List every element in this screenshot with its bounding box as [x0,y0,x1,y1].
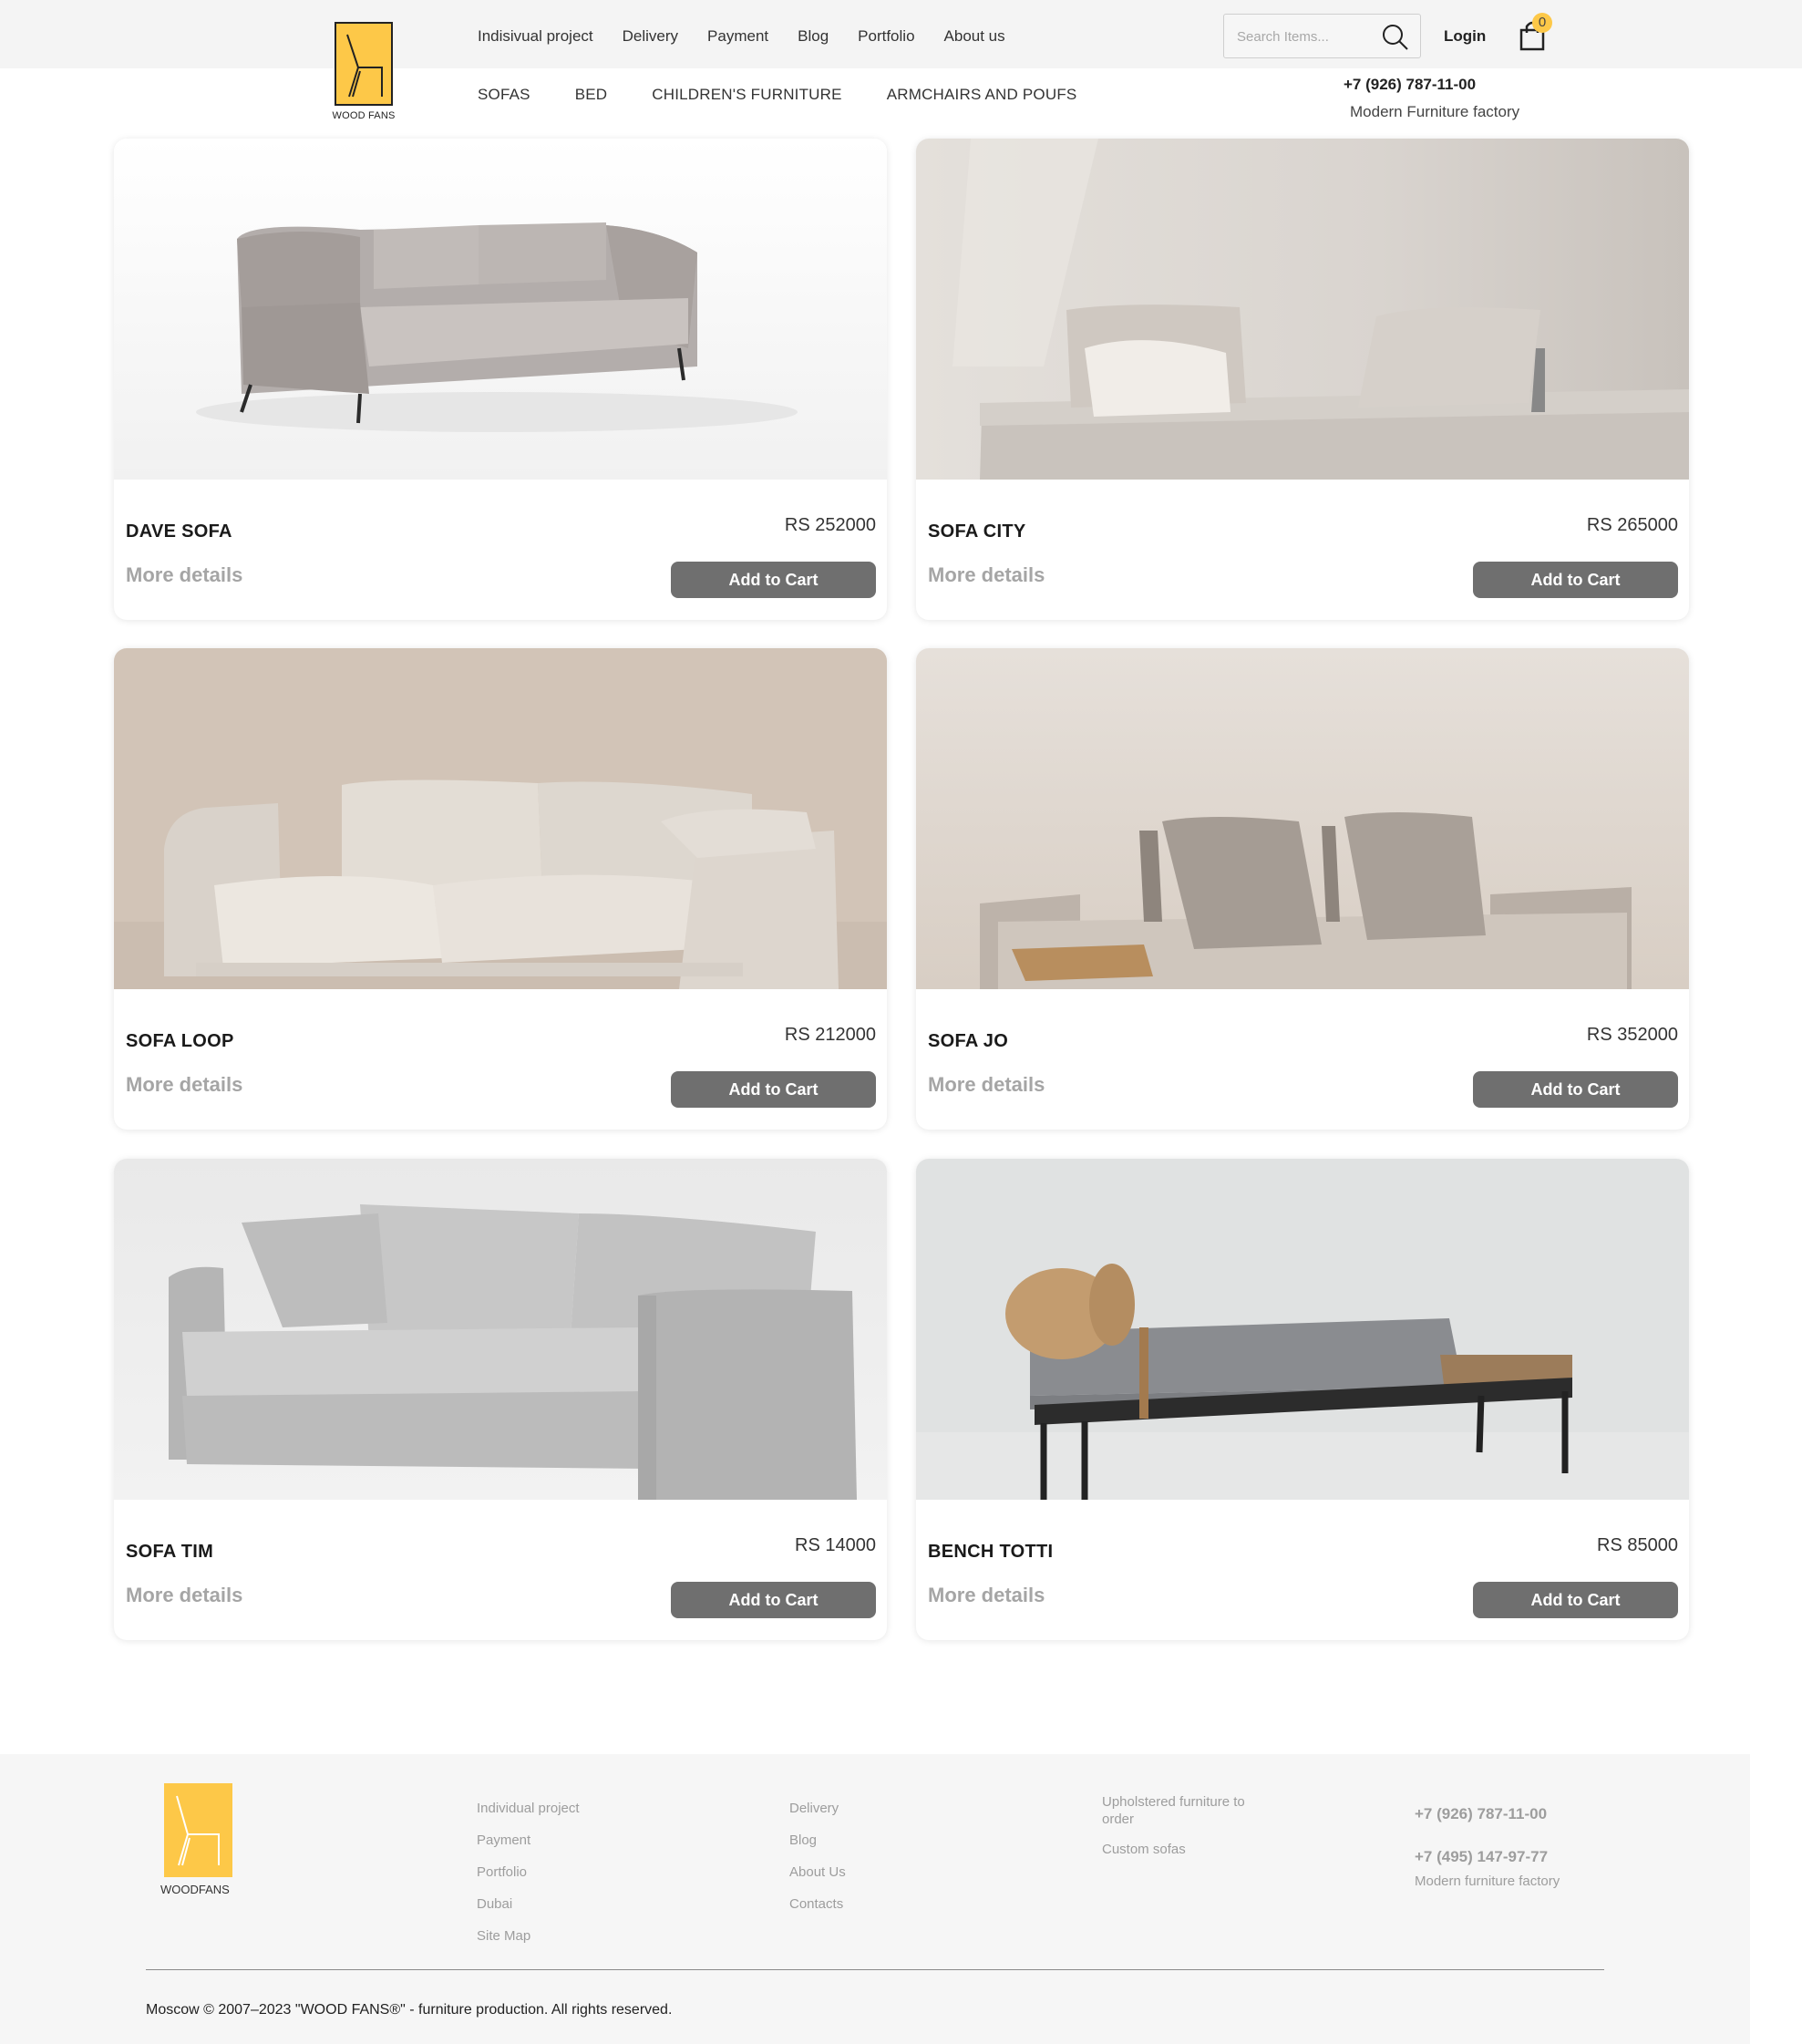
nav-blog[interactable]: Blog [798,27,829,46]
add-to-cart-button[interactable]: Add to Cart [1473,562,1678,598]
product-card: SOFA JO RS 352000 More details Add to Ca… [916,648,1689,1130]
category-nav: SOFAS BED CHILDREN'S FURNITURE ARMCHAIRS… [478,86,1076,104]
footer-link[interactable]: Individual project [477,1792,580,1824]
footer-link[interactable]: Contacts [789,1888,846,1920]
nav-individual-project[interactable]: Indisivual project [478,27,593,46]
product-image-sofa-loop[interactable] [114,648,887,989]
product-image-sofa-jo[interactable] [916,648,1689,989]
product-name[interactable]: SOFA JO [928,1031,1008,1052]
add-to-cart-button[interactable]: Add to Cart [1473,1071,1678,1108]
footer-link[interactable]: About Us [789,1856,846,1888]
footer-link[interactable]: Upholstered furniture to order [1102,1793,1266,1828]
product-price: RS 14000 [795,1535,876,1555]
product-card: SOFA TIM RS 14000 More details Add to Ca… [114,1159,887,1640]
product-name[interactable]: SOFA CITY [928,521,1026,542]
footer-phone-1[interactable]: +7 (926) 787-11-00 [1415,1805,1547,1823]
product-image-sofa-city[interactable] [916,139,1689,480]
more-details-link[interactable]: More details [928,1073,1045,1097]
header-tagline: Modern Furniture factory [1350,103,1520,120]
category-sofas[interactable]: SOFAS [478,86,530,104]
product-image-sofa-tim[interactable] [114,1159,887,1500]
product-name[interactable]: DAVE SOFA [126,521,232,542]
product-price: RS 252000 [784,515,876,535]
search-input[interactable]: Search Items... [1237,29,1329,45]
add-to-cart-button[interactable]: Add to Cart [1473,1582,1678,1618]
chair-logo-icon [346,34,383,98]
category-armchairs-poufs[interactable]: ARMCHAIRS AND POUFS [887,86,1077,104]
product-price: RS 352000 [1586,1025,1678,1045]
product-price: RS 265000 [1586,515,1678,535]
footer-link[interactable]: Custom sofas [1102,1841,1266,1858]
product-card: SOFA LOOP RS 212000 More details Add to … [114,648,887,1130]
footer-divider [146,1969,1604,1970]
footer-logo[interactable] [164,1783,232,1877]
footer-link[interactable]: Site Map [477,1920,580,1952]
logo[interactable] [335,22,393,106]
product-image-dave-sofa[interactable] [114,139,887,480]
product-card: SOFA CITY RS 265000 More details Add to … [916,139,1689,620]
product-image-bench-totti[interactable] [916,1159,1689,1500]
copyright: Moscow © 2007–2023 "WOOD FANS®" - furnit… [146,2002,673,2018]
footer-link[interactable]: Payment [477,1824,580,1856]
top-nav: Indisivual project Delivery Payment Blog… [478,27,1035,46]
nav-about-us[interactable]: About us [944,27,1005,46]
more-details-link[interactable]: More details [928,563,1045,587]
product-name[interactable]: BENCH TOTTI [928,1542,1053,1563]
footer: WOODFANS Individual project Payment Port… [0,1754,1750,2044]
footer-link[interactable]: Portfolio [477,1856,580,1888]
cart-count-badge: 0 [1532,13,1552,33]
product-price: RS 85000 [1597,1535,1678,1555]
footer-link[interactable]: Delivery [789,1792,846,1824]
logo-text: WOOD FANS [332,110,396,121]
more-details-link[interactable]: More details [126,1073,242,1097]
add-to-cart-button[interactable]: Add to Cart [671,1582,876,1618]
footer-logo-text: WOODFANS [160,1883,230,1896]
add-to-cart-button[interactable]: Add to Cart [671,1071,876,1108]
nav-payment[interactable]: Payment [707,27,768,46]
product-price: RS 212000 [784,1025,876,1045]
product-name[interactable]: SOFA TIM [126,1542,213,1563]
product-name[interactable]: SOFA LOOP [126,1031,234,1052]
more-details-link[interactable]: More details [126,563,242,587]
footer-col-2: Delivery Blog About Us Contacts [789,1792,846,1920]
footer-link[interactable]: Blog [789,1824,846,1856]
footer-link[interactable]: Dubai [477,1888,580,1920]
more-details-link[interactable]: More details [126,1584,242,1607]
more-details-link[interactable]: More details [928,1584,1045,1607]
nav-delivery[interactable]: Delivery [623,27,678,46]
nav-portfolio[interactable]: Portfolio [858,27,914,46]
category-childrens-furniture[interactable]: CHILDREN'S FURNITURE [652,86,841,104]
footer-col-1: Individual project Payment Portfolio Dub… [477,1792,580,1952]
category-bed[interactable]: BED [575,86,608,104]
product-card: DAVE SOFA RS 252000 More details Add to … [114,139,887,620]
footer-col-3: Upholstered furniture to order Custom so… [1102,1793,1266,1871]
product-card: BENCH TOTTI RS 85000 More details Add to… [916,1159,1689,1640]
footer-phone-2[interactable]: +7 (495) 147-97-77 [1415,1848,1548,1866]
footer-tagline: Modern furniture factory [1415,1874,1560,1889]
search-icon[interactable] [1382,24,1409,51]
add-to-cart-button[interactable]: Add to Cart [671,562,876,598]
header-phone[interactable]: +7 (926) 787-11-00 [1344,76,1476,94]
search-box[interactable]: Search Items... [1223,14,1421,58]
login-link[interactable]: Login [1444,27,1486,46]
chair-logo-icon [176,1795,220,1866]
